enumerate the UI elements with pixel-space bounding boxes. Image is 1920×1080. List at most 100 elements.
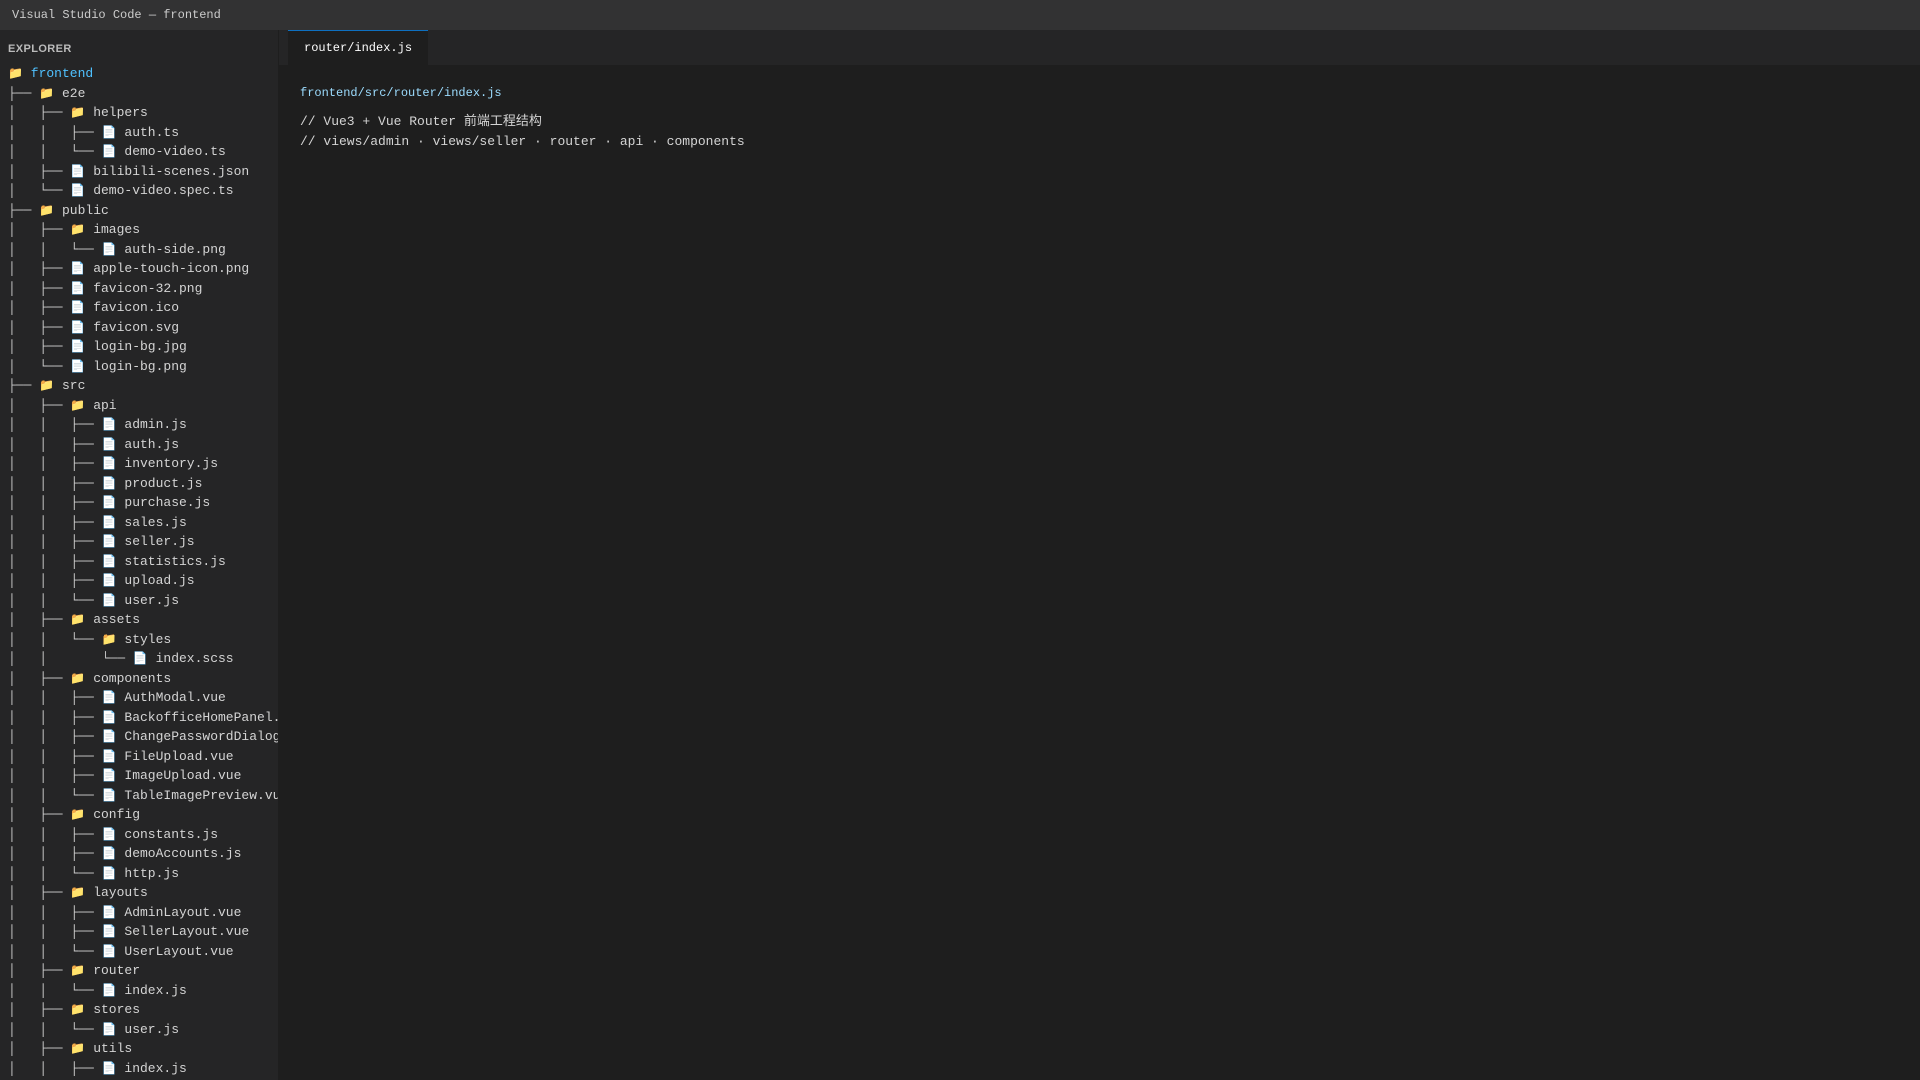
tree-folder-row[interactable]: │ ├── 📁 images (8, 220, 278, 240)
tree-file-row[interactable]: │ ├── 📄 login-bg.jpg (8, 337, 278, 357)
tree-guide: │ ├── (8, 1002, 71, 1017)
folder-icon: 📁 (70, 105, 86, 119)
tree-file-row[interactable]: │ │ ├── 📄 statistics.js (8, 552, 278, 572)
tree-file-row[interactable]: │ │ ├── 📄 purchase.js (8, 493, 278, 513)
tree-item-label: api (93, 397, 117, 413)
file-icon: 📄 (101, 592, 117, 607)
tree-item-label: FileUpload.vue (124, 748, 234, 764)
tree-file-row[interactable]: │ ├── 📄 favicon-32.png (8, 279, 278, 299)
file-icon: 📄 (101, 553, 117, 568)
tree-item-label: index.scss (155, 651, 234, 666)
tree-file-row[interactable]: │ ├── 📄 bilibili-scenes.json (8, 162, 278, 182)
file-icon: 📄 (101, 826, 117, 841)
tree-folder-row[interactable]: ├── 📁 e2e (8, 84, 278, 104)
tree-folder-row[interactable]: │ ├── 📁 config (8, 805, 278, 825)
tree-guide: │ ├── (8, 612, 71, 627)
tree-file-row[interactable]: │ │ ├── 📄 AuthModal.vue (8, 688, 278, 708)
tree-file-row[interactable]: │ │ ├── 📄 seller.js (8, 532, 278, 552)
tree-item-label: ChangePasswordDialog (124, 729, 278, 744)
tree-folder-row[interactable]: ├── 📁 public (8, 201, 278, 221)
tree-file-row[interactable]: │ │ └── 📄 user.js (8, 1020, 278, 1040)
tree-file-row[interactable]: │ │ ├── 📄 BackofficeHomePanel. (8, 708, 278, 728)
tree-file-row[interactable]: │ │ └── 📄 TableImagePreview.vu (8, 786, 278, 806)
tree-file-row[interactable]: │ │ └── 📄 auth-side.png (8, 240, 278, 260)
tree-file-row[interactable]: │ │ ├── 📄 SellerLayout.vue (8, 922, 278, 942)
tree-file-row[interactable]: │ │ ├── 📄 index.js (8, 1059, 278, 1079)
tree-guide: │ │ ├── (8, 417, 102, 432)
file-path: frontend/src/router/index.js (300, 86, 502, 100)
tree-guide: │ ├── (8, 397, 71, 413)
tab-router-index-js[interactable]: router/index.js (288, 30, 429, 65)
tree-guide: │ ├── (8, 670, 71, 686)
tree-folder-row[interactable]: │ ├── 📁 components (8, 669, 278, 689)
tree-item-label: auth.js (124, 436, 179, 452)
tree-item-label: admin.js (124, 417, 187, 432)
tab-bar: router/index.js (279, 30, 1920, 65)
tree-file-row[interactable]: │ │ ├── 📄 ChangePasswordDialog (8, 727, 278, 747)
tree-folder-row[interactable]: │ ├── 📁 assets (8, 610, 278, 630)
tree-file-row[interactable]: │ │ ├── 📄 AdminLayout.vue (8, 903, 278, 923)
tree-folder-row[interactable]: │ ├── 📁 helpers (8, 103, 278, 123)
tree-file-row[interactable]: │ └── 📄 demo-video.spec.ts (8, 181, 278, 201)
tree-item-label: bilibili-scenes.json (93, 163, 250, 179)
tree-item-label: ImageUpload.vue (124, 768, 242, 783)
tree-guide: │ │ └── (8, 144, 102, 159)
tree-file-row[interactable]: │ ├── 📄 apple-touch-icon.png (8, 259, 278, 279)
file-icon: 📄 (101, 924, 117, 938)
tree-folder-row[interactable]: │ │ └── 📁 styles (8, 630, 278, 650)
tree-folder-row[interactable]: │ ├── 📁 router (8, 961, 278, 981)
tree-folder-row[interactable]: │ ├── 📁 layouts (8, 883, 278, 903)
tree-guide: │ ├── (8, 163, 71, 179)
tree-guide: ├── (8, 202, 40, 218)
tree-guide: │ │ └── (8, 787, 102, 803)
tree-file-row[interactable]: │ │ ├── 📄 constants.js (8, 825, 278, 845)
tree-folder-row[interactable]: │ ├── 📁 api (8, 396, 278, 416)
tree-file-row[interactable]: │ │ └── 📄 http.js (8, 864, 278, 884)
tree-guide: │ │ └── (8, 943, 102, 959)
tree-file-row[interactable]: │ │ ├── 📄 auth.ts (8, 123, 278, 143)
tree-folder-row[interactable]: │ ├── 📁 utils (8, 1039, 278, 1059)
tree-item-label: http.js (124, 865, 179, 881)
file-icon: 📄 (101, 475, 117, 490)
tree-file-row[interactable]: │ │ ├── 📄 auth.js (8, 435, 278, 455)
tree-file-row[interactable]: │ │ ├── 📄 demoAccounts.js (8, 844, 278, 864)
tree-file-row[interactable]: │ │ ├── 📄 upload.js (8, 571, 278, 591)
tree-file-row[interactable]: │ └── 📄 login-bg.png (8, 357, 278, 377)
tree-guide: │ │ ├── (8, 475, 102, 491)
tree-item-label: TableImagePreview.vu (124, 787, 278, 803)
tree-file-row[interactable]: │ │ ├── 📄 admin.js (8, 415, 278, 435)
tree-file-row[interactable]: │ │ └── 📄 demo-video.ts (8, 142, 278, 162)
folder-icon: 📁 (8, 66, 23, 80)
tree-file-row[interactable]: │ │ └── 📄 UserLayout.vue (8, 942, 278, 962)
tree-guide: │ │ ├── (8, 729, 102, 744)
file-icon: 📄 (101, 709, 117, 724)
tree-item-label: config (93, 807, 140, 822)
tree-file-row[interactable]: │ ├── 📄 favicon.ico (8, 298, 278, 318)
tree-item-label: e2e (61, 85, 86, 101)
file-icon: 📄 (101, 846, 117, 860)
tree-file-row[interactable]: │ │ ├── 📄 inventory.js (8, 454, 278, 474)
file-icon: 📄 (101, 865, 117, 880)
tree-file-row[interactable]: │ ├── 📄 favicon.svg (8, 318, 278, 338)
tree-folder-row[interactable]: │ ├── 📁 stores (8, 1000, 278, 1020)
tree-folder-row[interactable]: 📁 frontend (8, 64, 278, 84)
tree-file-row[interactable]: │ │ └── 📄 index.js (8, 981, 278, 1001)
tree-file-row[interactable]: │ │ └── 📄 user.js (8, 591, 278, 611)
tree-guide: │ ├── (8, 807, 71, 822)
file-icon: 📄 (70, 163, 86, 178)
tree-guide: │ │ ├── (8, 826, 102, 842)
tree-file-row[interactable]: │ │ ├── 📄 ImageUpload.vue (8, 766, 278, 786)
tree-guide: │ │ ├── (8, 709, 102, 725)
tree-folder-row[interactable]: ├── 📁 src (8, 376, 278, 396)
tree-item-label: utils (93, 1041, 133, 1056)
tree-file-row[interactable]: │ │ └── 📄 index.scss (8, 649, 278, 669)
code-view[interactable]: frontend/src/router/index.js // Vue3 + V… (279, 65, 1920, 152)
folder-icon: 📁 (70, 885, 86, 899)
tree-file-row[interactable]: │ │ ├── 📄 product.js (8, 474, 278, 494)
tree-file-row[interactable]: │ │ ├── 📄 sales.js (8, 513, 278, 533)
tree-file-row[interactable]: │ │ ├── 📄 FileUpload.vue (8, 747, 278, 767)
tree-guide: │ │ └── (8, 631, 102, 647)
tree-guide: │ ├── (8, 105, 71, 120)
